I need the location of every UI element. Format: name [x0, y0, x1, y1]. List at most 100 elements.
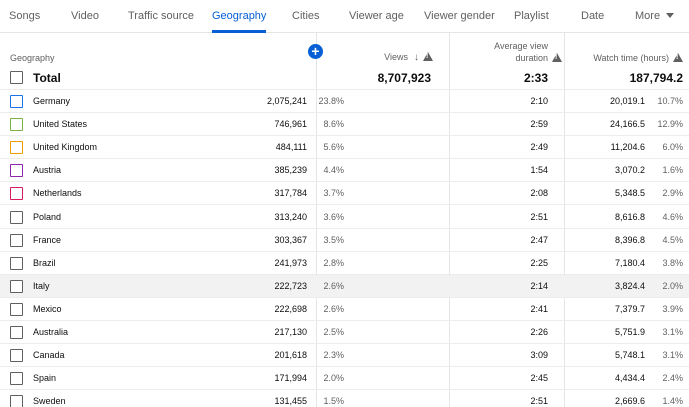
tab-traffic-source[interactable]: Traffic source	[128, 0, 194, 33]
views-value: 746,961	[274, 119, 307, 130]
row-checkbox[interactable]	[10, 210, 23, 224]
watch-time-percent: 12.9%	[657, 119, 683, 130]
country-name: Germany	[33, 96, 71, 106]
watch-time-percent: 10.7%	[657, 96, 683, 106]
row-checkbox[interactable]	[10, 233, 23, 247]
geography-table: Geography + Views ↓ Average view duration…	[0, 33, 689, 407]
avg-view-duration-value: 2:14	[530, 280, 548, 291]
tab-more[interactable]: More	[635, 0, 675, 33]
views-percent: 2.0%	[323, 373, 344, 384]
table-row[interactable]: United States 746,961 8.6% 2:59 24,166.5 12.9…	[0, 113, 689, 137]
row-checkbox[interactable]	[10, 302, 23, 316]
watch-time-percent: 3.1%	[662, 327, 683, 337]
row-checkbox[interactable]	[10, 95, 23, 108]
warning-triangle-icon	[673, 53, 683, 63]
header-watch-time-label: Watch time (hours)	[593, 53, 669, 63]
country-name: France	[33, 234, 62, 245]
header-avg-view-duration-line1: Average view	[494, 41, 548, 51]
table-row[interactable]: Netherlands 317,784 3.7% 2:08 5,348.5 2.9%	[0, 182, 689, 206]
views-value: 241,973	[274, 257, 307, 268]
tab-video[interactable]: Video	[71, 0, 99, 33]
views-value: 222,698	[274, 303, 307, 314]
avg-view-duration-value: 2:41	[530, 303, 548, 314]
header-avg-line2: duration	[515, 53, 548, 63]
watch-time-percent: 1.4%	[662, 396, 683, 407]
header-avg-view-duration[interactable]: duration	[515, 53, 562, 63]
views-percent: 2.5%	[323, 327, 344, 337]
row-checkbox[interactable]	[10, 187, 23, 201]
header-views[interactable]: Views ↓	[384, 52, 433, 63]
watch-time-value: 8,396.8	[614, 234, 645, 245]
row-checkbox[interactable]	[10, 279, 23, 293]
table-row[interactable]: Poland 313,240 3.6% 2:51 8,616.8 4.6%	[0, 206, 689, 229]
table-row[interactable]: Canada 201,618 2.3% 3:09 5,748.1 3.1%	[0, 344, 689, 368]
row-checkbox[interactable]	[10, 141, 23, 155]
table-row[interactable]: Austria 385,239 4.4% 1:54 3,070.2 1.6%	[0, 159, 689, 183]
views-percent: 8.6%	[323, 119, 344, 130]
country-name: Italy	[33, 280, 50, 291]
row-checkbox[interactable]	[10, 326, 23, 339]
row-checkbox[interactable]	[10, 164, 23, 178]
avg-view-duration-value: 2:49	[530, 142, 548, 153]
total-checkbox[interactable]	[10, 71, 23, 84]
tab-viewer-age[interactable]: Viewer age	[349, 0, 404, 33]
views-value: 313,240	[274, 211, 307, 222]
watch-time-value: 8,616.8	[614, 211, 645, 222]
total-watch-time: 187,794.2	[629, 71, 683, 85]
tab-geography[interactable]: Geography	[212, 0, 267, 33]
table-row[interactable]: Australia 217,130 2.5% 2:26 5,751.9 3.1%	[0, 321, 689, 345]
warning-triangle-icon	[552, 53, 562, 63]
views-percent: 2.6%	[323, 280, 344, 291]
table-row[interactable]: Germany 2,075,241 23.8% 2:10 20,019.1 10.7%	[0, 90, 689, 114]
views-percent: 4.4%	[323, 165, 344, 176]
watch-time-percent: 2.4%	[662, 373, 683, 384]
table-row[interactable]: Spain 171,994 2.0% 2:45 4,434.4 2.4%	[0, 367, 689, 391]
views-value: 217,130	[274, 327, 307, 337]
row-checkbox[interactable]	[10, 395, 23, 407]
table-row[interactable]: France 303,367 3.5% 2:47 8,396.8 4.5%	[0, 229, 689, 252]
views-value: 171,994	[274, 373, 307, 384]
views-percent: 3.6%	[323, 211, 344, 222]
country-name: Brazil	[33, 257, 56, 268]
watch-time-percent: 6.0%	[662, 142, 683, 153]
row-checkbox[interactable]	[10, 372, 23, 386]
country-name: Poland	[33, 211, 62, 222]
tab-playlist[interactable]: Playlist	[514, 0, 549, 33]
country-name: Sweden	[33, 396, 66, 407]
tab-songs[interactable]: Songs	[9, 0, 40, 33]
table-row[interactable]: Brazil 241,973 2.8% 2:25 7,180.4 3.8%	[0, 252, 689, 275]
watch-time-value: 3,824.4	[614, 280, 645, 291]
table-row[interactable]: United Kingdom 484,111 5.6% 2:49 11,204.6 6.0…	[0, 136, 689, 160]
views-percent: 5.6%	[323, 142, 344, 153]
views-value: 484,111	[275, 142, 307, 153]
avg-view-duration-value: 2:47	[530, 234, 548, 245]
header-geography: Geography	[10, 53, 55, 63]
report-tabs: Songs Video Traffic source Geography Cit…	[0, 0, 689, 33]
watch-time-percent: 3.1%	[662, 350, 683, 361]
table-row[interactable]: Sweden 131,455 1.5% 2:51 2,669.6 1.4%	[0, 390, 689, 407]
tab-viewer-gender[interactable]: Viewer gender	[424, 0, 495, 33]
tab-more-label: More	[635, 10, 661, 22]
total-views: 8,707,923	[377, 71, 431, 85]
avg-view-duration-value: 2:45	[530, 373, 548, 384]
watch-time-value: 3,070.2	[614, 165, 645, 176]
table-row[interactable]: Mexico 222,698 2.6% 2:41 7,379.7 3.9%	[0, 298, 689, 321]
views-value: 2,075,241	[266, 96, 307, 106]
row-checkbox[interactable]	[10, 256, 23, 270]
row-checkbox[interactable]	[10, 349, 23, 363]
avg-view-duration-value: 1:54	[530, 165, 548, 176]
tab-cities[interactable]: Cities	[292, 0, 320, 33]
views-percent: 3.5%	[323, 234, 344, 245]
views-percent: 23.8%	[318, 96, 344, 106]
watch-time-value: 24,166.5	[609, 119, 645, 130]
tab-date[interactable]: Date	[581, 0, 604, 33]
table-row[interactable]: Italy 222,723 2.6% 2:14 3,824.4 2.0%	[0, 274, 689, 298]
row-checkbox[interactable]	[10, 118, 23, 132]
avg-view-duration-value: 2:26	[530, 327, 548, 337]
watch-time-value: 11,204.6	[610, 142, 645, 153]
header-watch-time[interactable]: Watch time (hours)	[593, 53, 683, 63]
arrow-down-icon: ↓	[414, 52, 419, 63]
watch-time-percent: 1.6%	[662, 165, 683, 176]
watch-time-value: 2,669.6	[614, 396, 645, 407]
add-metric-icon[interactable]: +	[308, 44, 323, 59]
